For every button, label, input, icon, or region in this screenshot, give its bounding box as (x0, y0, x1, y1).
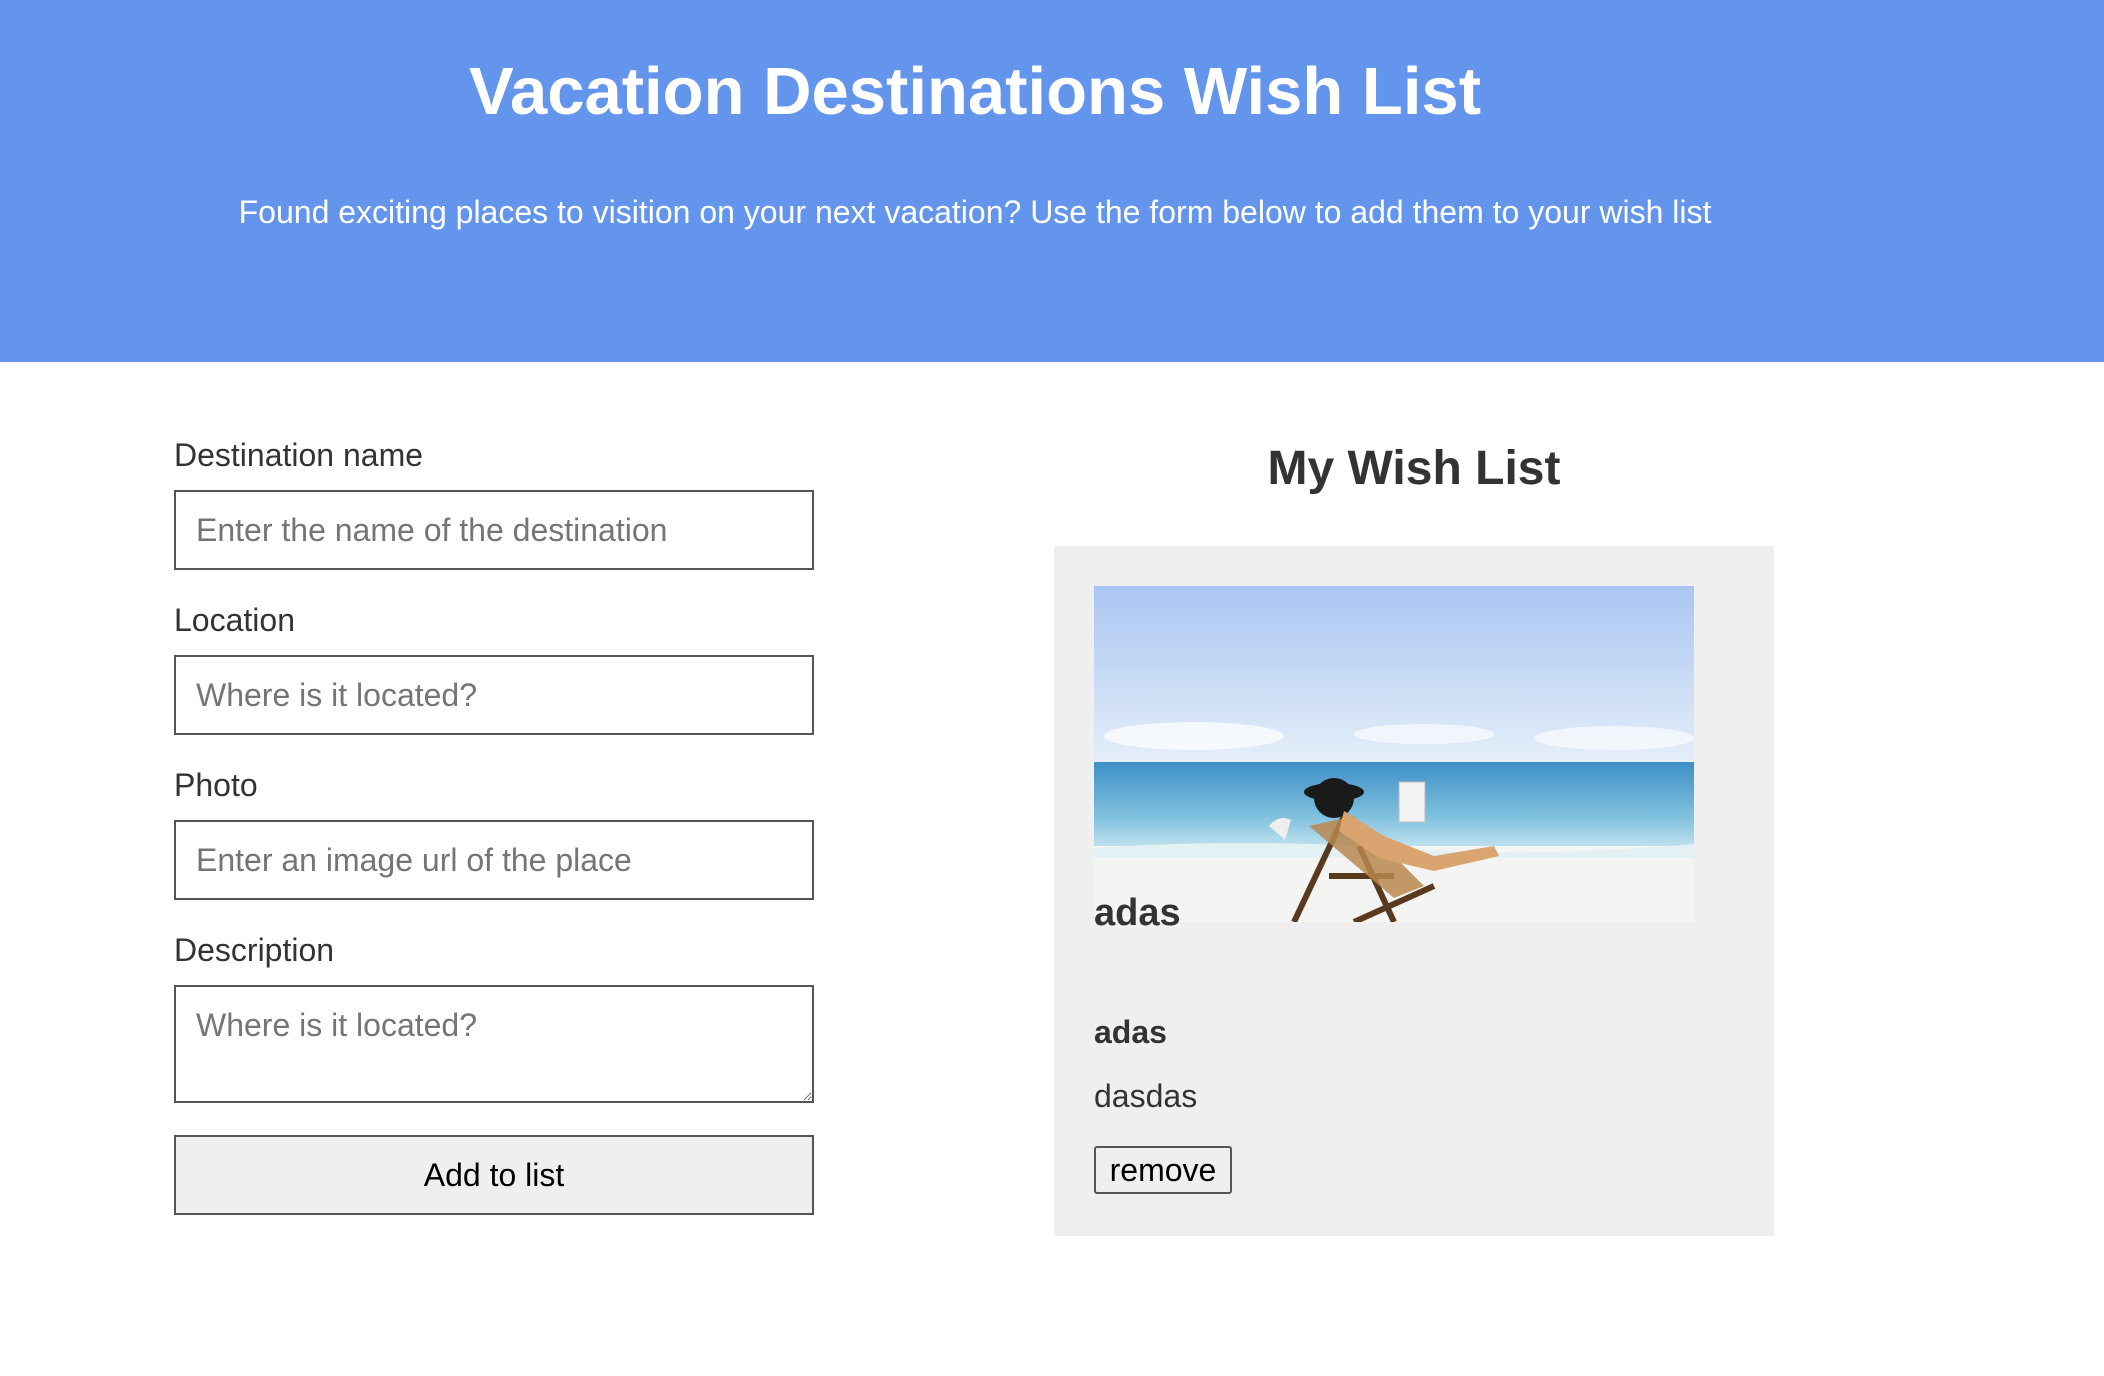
add-to-list-button[interactable]: Add to list (174, 1135, 814, 1215)
location-input[interactable] (174, 655, 814, 735)
remove-button[interactable]: remove (1094, 1146, 1232, 1194)
photo-label: Photo (174, 767, 258, 803)
wish-item-location: adas (1094, 1014, 1167, 1050)
page-subtitle: Found exciting places to visition on you… (238, 194, 1712, 230)
destination-form: Destination name Location Photo Descript… (174, 435, 814, 1215)
location-label: Location (174, 602, 295, 638)
beach-photo (1094, 586, 1694, 922)
page-header: Vacation Destinations Wish List Found ex… (0, 0, 2104, 362)
wish-list-title: My Wish List (1267, 442, 1561, 495)
photo-url-input[interactable] (174, 820, 814, 900)
wish-item-name: adas (1094, 892, 1181, 934)
destination-name-input[interactable] (174, 490, 814, 570)
page-title: Vacation Destinations Wish List (468, 54, 1482, 129)
wish-list-card: adas adas dasdas remove (1054, 546, 1774, 1236)
description-textarea[interactable] (174, 985, 814, 1103)
destination-name-label: Destination name (174, 437, 424, 473)
wish-item-description: dasdas (1094, 1078, 1198, 1114)
description-label: Description (174, 932, 335, 968)
